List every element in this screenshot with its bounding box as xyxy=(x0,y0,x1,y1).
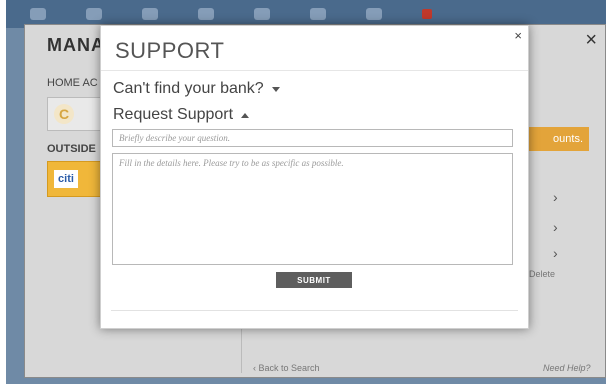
need-help-link[interactable]: Need Help? xyxy=(543,363,591,373)
request-support-toggle[interactable]: Request Support xyxy=(113,106,250,124)
account-logo-icon: C xyxy=(54,104,74,124)
calendar-icon[interactable] xyxy=(198,8,214,20)
settings-icon[interactable] xyxy=(366,8,382,20)
citi-logo-icon: citi xyxy=(54,170,78,188)
title-divider xyxy=(101,70,528,71)
notification-badge[interactable] xyxy=(422,9,432,19)
bell-icon[interactable] xyxy=(254,8,270,20)
submit-button[interactable]: SUBMIT xyxy=(276,272,352,288)
cant-find-bank-toggle[interactable]: Can't find your bank? xyxy=(113,80,280,98)
delete-link[interactable]: Delete xyxy=(529,269,555,279)
question-details-textarea[interactable] xyxy=(112,153,513,265)
cant-find-bank-label: Can't find your bank? xyxy=(113,80,264,97)
support-modal: × SUPPORT Can't find your bank? Request … xyxy=(100,25,529,329)
request-support-label: Request Support xyxy=(113,106,234,123)
chevron-right-icon[interactable]: › xyxy=(553,219,558,235)
home-icon[interactable] xyxy=(30,8,46,20)
modal-title: SUPPORT xyxy=(115,38,225,63)
manage-close-icon[interactable]: × xyxy=(585,29,597,52)
caret-down-icon xyxy=(271,86,280,92)
add-accounts-button[interactable]: ounts. xyxy=(525,127,589,151)
home-accounts-label: HOME AC xyxy=(47,77,98,89)
close-icon[interactable]: × xyxy=(514,28,522,43)
chevron-right-icon[interactable]: › xyxy=(553,245,558,261)
footer-divider xyxy=(111,310,518,311)
tag-icon[interactable] xyxy=(310,8,326,20)
chart-icon[interactable] xyxy=(142,8,158,20)
question-subject-input[interactable] xyxy=(112,129,513,147)
caret-up-icon xyxy=(241,112,250,118)
menu-icon[interactable] xyxy=(86,8,102,20)
outside-accounts-label: OUTSIDE xyxy=(47,143,96,155)
chevron-right-icon[interactable]: › xyxy=(553,189,558,205)
back-to-search-link[interactable]: ‹ Back to Search xyxy=(253,363,320,373)
